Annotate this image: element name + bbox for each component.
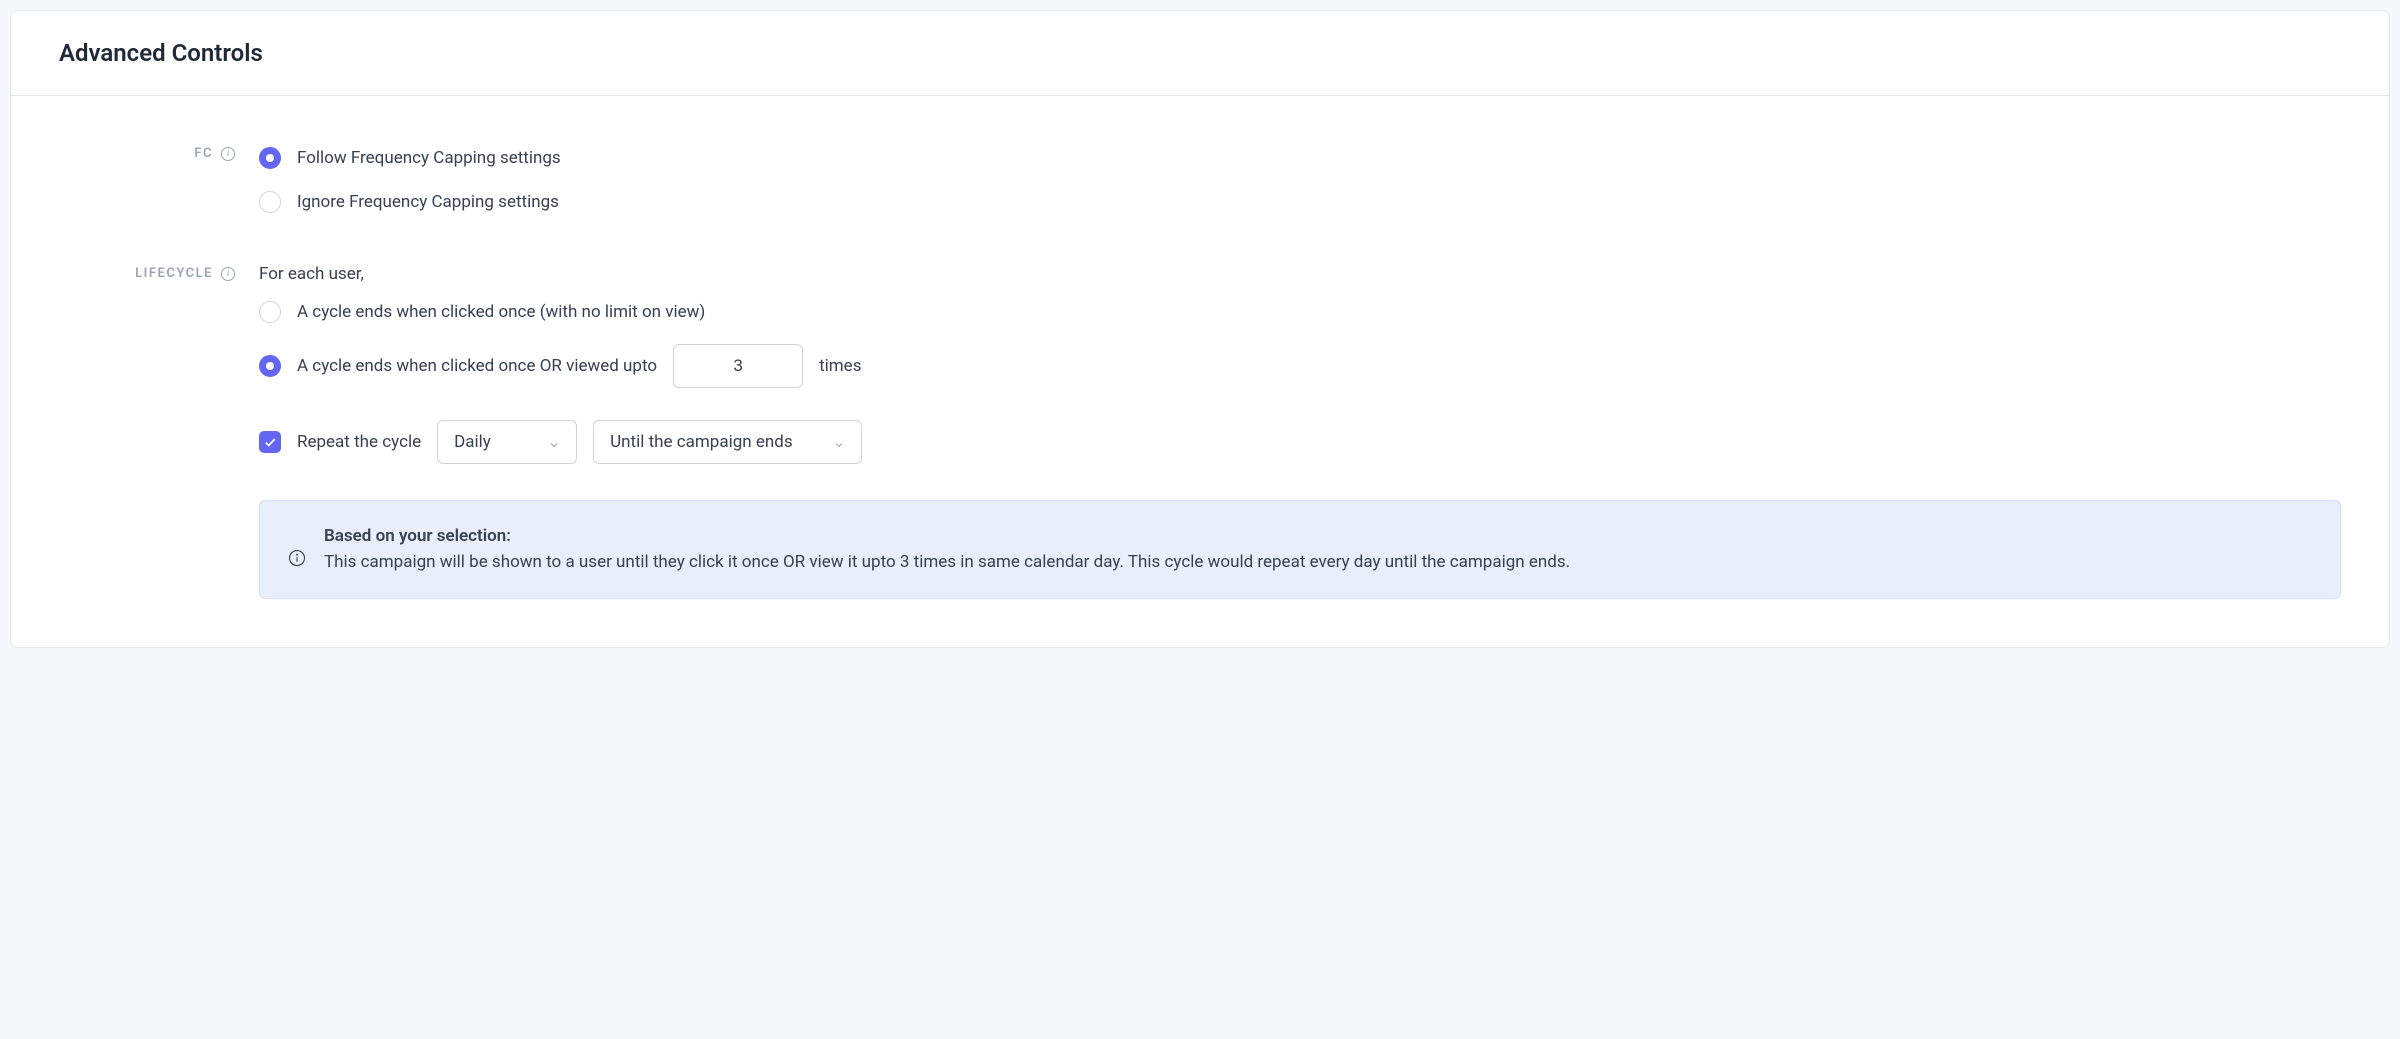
repeat-frequency-select[interactable]: Daily [437,420,577,464]
lifecycle-label-col: LIFECYCLE [59,264,259,281]
card-header: Advanced Controls [11,11,2389,96]
card-body: FC Follow Frequency Capping settings Ign… [11,96,2389,647]
lifecycle-row: LIFECYCLE For each user, A cycle ends wh… [59,264,2341,599]
repeat-label: Repeat the cycle [297,432,421,452]
repeat-cycle-row: Repeat the cycle Daily Until the campaig… [259,420,2341,464]
radio-unselected[interactable] [259,301,281,323]
radio-selected[interactable] [259,147,281,169]
radio-label: A cycle ends when clicked once (with no … [297,302,705,322]
radio-label: Ignore Frequency Capping settings [297,192,559,212]
fc-option-follow[interactable]: Follow Frequency Capping settings [259,144,2341,172]
summary-body: This campaign will be shown to a user un… [324,549,1570,575]
repeat-until-select[interactable]: Until the campaign ends [593,420,862,464]
fc-option-ignore[interactable]: Ignore Frequency Capping settings [259,188,2341,216]
select-value: Daily [454,432,491,452]
info-icon[interactable] [221,147,235,161]
chevron-down-icon [833,436,845,448]
summary-title: Based on your selection: [324,523,1570,549]
radio-selected[interactable] [259,355,281,377]
radio-label-pre: A cycle ends when clicked once OR viewed… [297,356,657,376]
lifecycle-label: LIFECYCLE [135,266,213,281]
card-title: Advanced Controls [59,39,2341,67]
fc-row: FC Follow Frequency Capping settings Ign… [59,144,2341,216]
selection-summary-box: Based on your selection: This campaign w… [259,500,2341,599]
info-icon [288,549,306,567]
view-count-input[interactable] [673,344,803,388]
chevron-down-icon [548,436,560,448]
lifecycle-intro: For each user, [259,264,2341,284]
lifecycle-content: For each user, A cycle ends when clicked… [259,264,2341,599]
select-value: Until the campaign ends [610,432,793,452]
fc-label-col: FC [59,144,259,161]
radio-label-post: times [819,356,861,376]
summary-content: Based on your selection: This campaign w… [324,523,1570,576]
lifecycle-option-click-or-view[interactable]: A cycle ends when clicked once OR viewed… [259,344,2341,388]
radio-unselected[interactable] [259,191,281,213]
advanced-controls-card: Advanced Controls FC Follow Frequency Ca… [10,10,2390,648]
radio-label: Follow Frequency Capping settings [297,148,561,168]
info-icon[interactable] [221,267,235,281]
lifecycle-option-click-only[interactable]: A cycle ends when clicked once (with no … [259,298,2341,326]
fc-content: Follow Frequency Capping settings Ignore… [259,144,2341,216]
repeat-checkbox[interactable] [259,431,281,453]
fc-label: FC [194,146,213,161]
